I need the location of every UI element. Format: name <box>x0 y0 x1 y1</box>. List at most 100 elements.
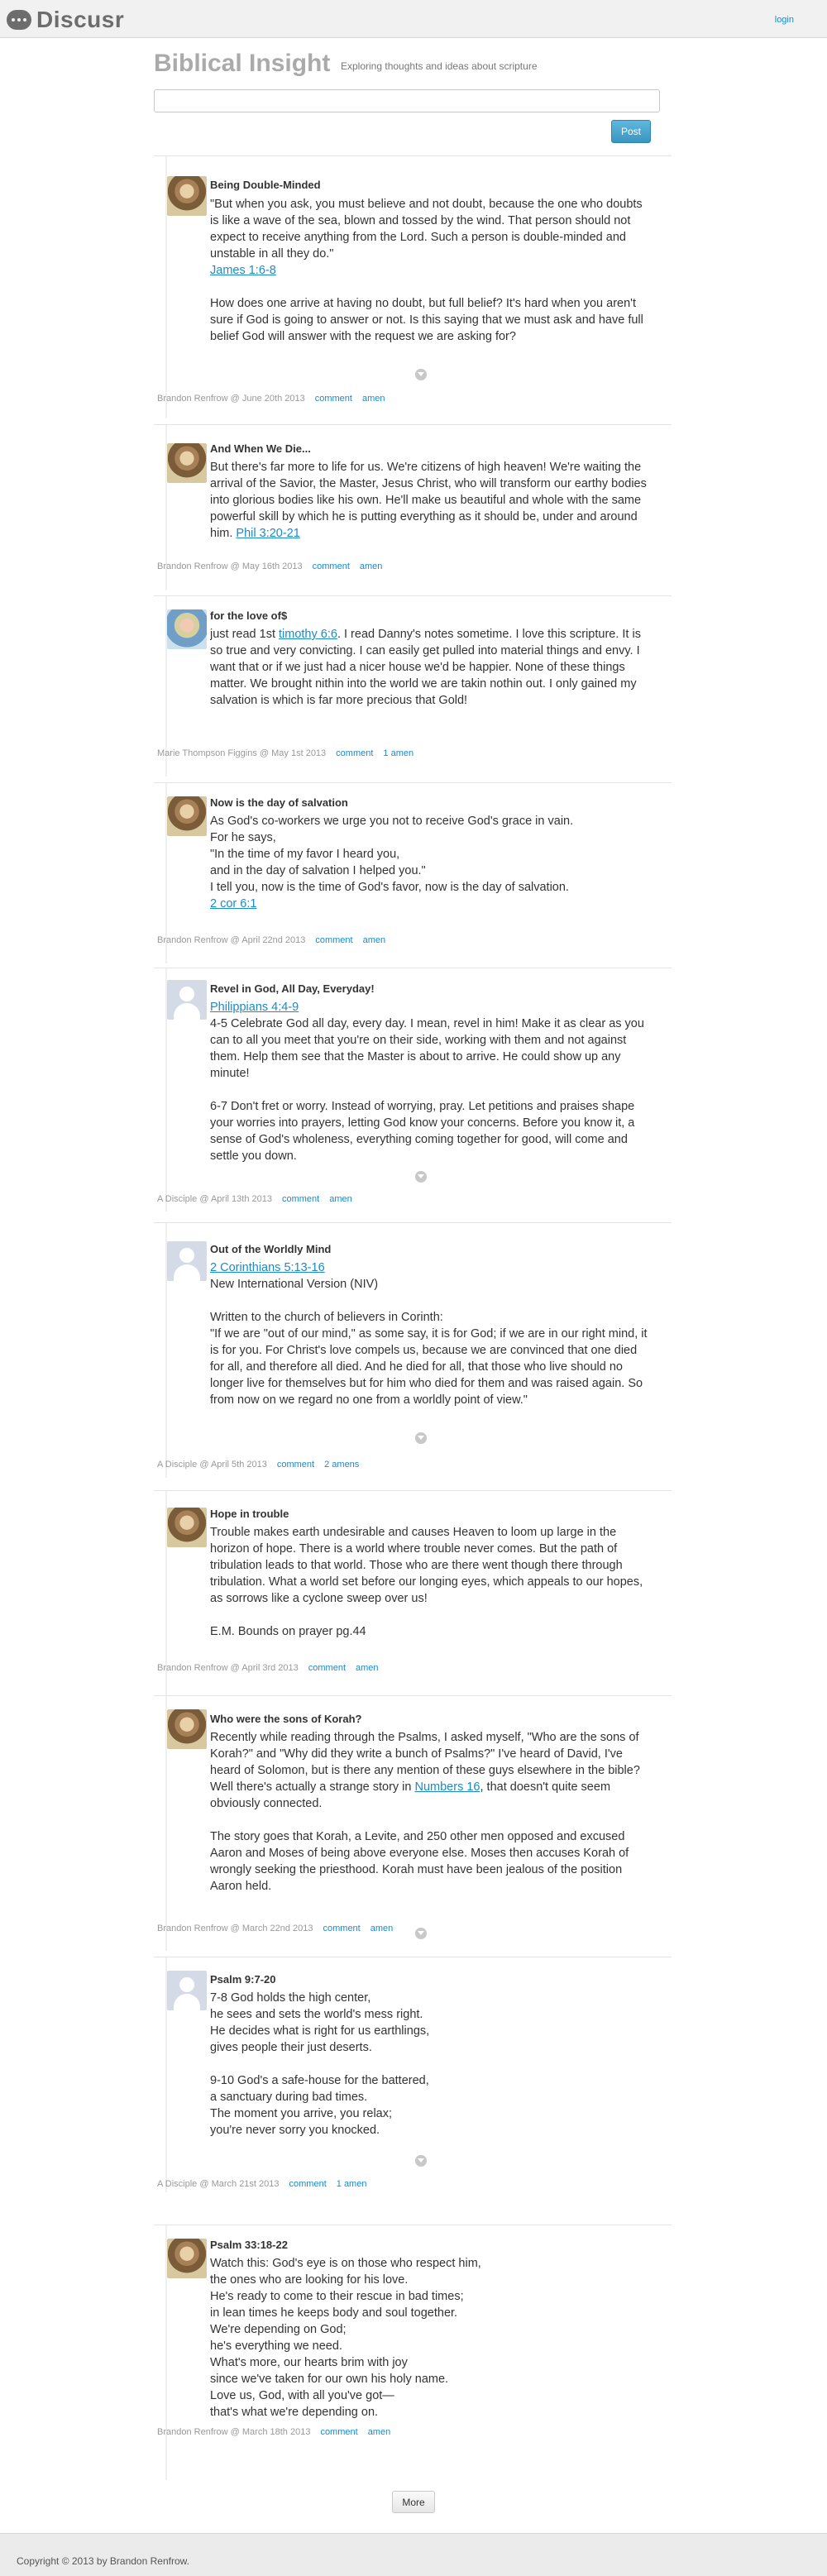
post-text: Trouble makes earth undesirable and caus… <box>210 1524 653 1656</box>
post-paragraph <box>210 1082 653 1098</box>
post-title: Who were the sons of Korah? <box>210 1713 362 1725</box>
author-date: Brandon Renfrow @ May 16th 2013 <box>157 562 303 571</box>
author-avatar[interactable] <box>167 1971 207 2010</box>
amen-link[interactable]: 2 amens <box>324 1460 359 1470</box>
scripture-link[interactable]: James 1:6-8 <box>210 264 276 277</box>
post-meta: Marie Thompson Figgins @ May 1st 2013 com… <box>157 748 414 758</box>
post-paragraph <box>210 279 653 295</box>
site-tagline: Exploring thoughts and ideas about scrip… <box>341 60 538 72</box>
copyright-text: Copyright © 2013 by Brandon Renfrow. <box>17 2555 189 2567</box>
comment-link[interactable]: comment <box>336 748 373 758</box>
comment-link[interactable]: comment <box>277 1460 314 1470</box>
comment-link[interactable]: comment <box>323 1924 361 1933</box>
post-paragraph: 6-7 Don't fret or worry. Instead of worr… <box>210 1100 635 1163</box>
comment-link[interactable]: comment <box>282 1194 319 1204</box>
speech-bubble-icon <box>7 10 31 30</box>
comment-link[interactable]: comment <box>315 394 352 404</box>
post-title: And When We Die... <box>210 442 311 455</box>
new-post-input[interactable] <box>154 89 660 112</box>
amen-link[interactable]: amen <box>368 2427 391 2437</box>
post-paragraph: I tell you, now is the time of God's fav… <box>210 881 569 894</box>
post-paragraph: he's everything we need. <box>210 2339 342 2353</box>
post-meta: Brandon Renfrow @ May 16th 2013 comment am… <box>157 562 382 571</box>
author-avatar[interactable] <box>167 443 207 483</box>
expand-icon[interactable] <box>415 2155 427 2167</box>
scripture-link[interactable]: 2 cor 6:1 <box>210 897 256 910</box>
post-meta: Brandon Renfrow @ March 22nd 2013 comment… <box>157 1924 393 1933</box>
post-text: 2 Corinthians 5:13-16 New International V… <box>210 1259 653 1425</box>
login-link[interactable]: login <box>775 15 794 25</box>
post-paragraph: and in the day of salvation I helped you… <box>210 864 426 877</box>
post-paragraph: E.M. Bounds on prayer pg.44 <box>210 1625 366 1638</box>
scripture-link[interactable]: 2 Corinthians 5:13-16 <box>210 1261 325 1274</box>
post-card: Being Double-Minded "But when you ask, y… <box>154 155 672 418</box>
amen-link[interactable]: amen <box>370 1924 394 1933</box>
post-paragraph: that's what we're depending on. <box>210 2406 379 2419</box>
post-card: Who were the sons of Korah? Recently whi… <box>154 1695 672 1951</box>
post-meta: A Disciple @ April 5th 2013 comment 2 amen… <box>157 1460 359 1470</box>
author-avatar[interactable] <box>167 609 207 649</box>
author-avatar[interactable] <box>167 796 207 836</box>
post-button[interactable]: Post <box>611 120 651 143</box>
comment-link[interactable]: comment <box>289 2179 327 2189</box>
post-paragraph: Trouble makes earth undesirable and caus… <box>210 1526 643 1605</box>
expand-icon[interactable] <box>415 1432 427 1444</box>
author-avatar[interactable] <box>167 1508 207 1547</box>
amen-link[interactable]: 1 amen <box>337 2179 367 2189</box>
post-card: for the love of$ just read 1st timothy 6… <box>154 595 672 777</box>
post-paragraph: just read 1st timothy 6:6. I read Danny'… <box>210 628 641 707</box>
scripture-link[interactable]: Phil 3:20-21 <box>236 527 299 540</box>
post-paragraph: "But when you ask, you must believe and … <box>210 198 643 260</box>
post-paragraph: New International Version (NIV) <box>210 1278 379 1291</box>
post-paragraph: The story goes that Korah, a Levite, and… <box>210 1830 629 1893</box>
post-paragraph <box>210 1607 653 1623</box>
expand-icon[interactable] <box>415 1171 427 1183</box>
scripture-link[interactable]: Numbers 16 <box>415 1780 480 1794</box>
comment-link[interactable]: comment <box>320 2427 357 2437</box>
author-date: Brandon Renfrow @ March 18th 2013 <box>157 2427 311 2437</box>
author-date: Brandon Renfrow @ March 22nd 2013 <box>157 1924 313 1933</box>
amen-link[interactable]: 1 amen <box>383 748 414 758</box>
post-paragraph: But there's far more to life for us. We'… <box>210 461 647 540</box>
more-button[interactable]: More <box>392 2491 435 2513</box>
amen-link[interactable]: amen <box>329 1194 352 1204</box>
post-paragraph: 2 cor 6:1 <box>210 896 653 912</box>
comment-link[interactable]: comment <box>308 1663 346 1673</box>
post-meta: Brandon Renfrow @ April 3rd 2013 comment a… <box>157 1663 379 1673</box>
comment-link[interactable]: comment <box>313 562 350 571</box>
brand-logo[interactable]: Discusr <box>7 7 124 33</box>
amen-link[interactable]: amen <box>362 394 385 404</box>
author-avatar[interactable] <box>167 1241 207 1281</box>
post-meta: Brandon Renfrow @ March 18th 2013 comment… <box>157 2427 390 2437</box>
post-paragraph: 2 Corinthians 5:13-16 <box>210 1259 653 1276</box>
post-text: "But when you ask, you must believe and … <box>210 196 653 363</box>
post-title: for the love of$ <box>210 609 288 622</box>
post-paragraph <box>210 2056 653 2072</box>
author-avatar[interactable] <box>167 980 207 1020</box>
post-paragraph: He decides what is right for us earthlin… <box>210 2024 430 2038</box>
post-paragraph <box>210 1293 653 1309</box>
scripture-link[interactable]: Philippians 4:4-9 <box>210 1001 299 1014</box>
post-card: And When We Die... But there's far more … <box>154 424 672 590</box>
comment-link[interactable]: comment <box>315 935 352 945</box>
amen-link[interactable]: amen <box>363 935 386 945</box>
post-paragraph: in lean times he keeps body and soul tog… <box>210 2306 458 2320</box>
amen-link[interactable]: amen <box>356 1663 379 1673</box>
expand-icon[interactable] <box>415 1928 427 1939</box>
post-paragraph: Written to the church of believers in Co… <box>210 1311 443 1324</box>
author-avatar[interactable] <box>167 2239 207 2278</box>
scripture-link[interactable]: timothy 6:6 <box>279 628 337 641</box>
expand-icon[interactable] <box>415 369 427 380</box>
author-avatar[interactable] <box>167 1709 207 1749</box>
post-paragraph: 9-10 God's a safe-house for the battered… <box>210 2074 429 2087</box>
post-card: Out of the Worldly Mind 2 Corinthians 5:… <box>154 1222 672 1478</box>
author-avatar[interactable] <box>167 176 207 216</box>
post-meta: Brandon Renfrow @ June 20th 2013 comment a… <box>157 394 385 404</box>
amen-link[interactable]: amen <box>360 562 383 571</box>
post-meta: A Disciple @ April 13th 2013 comment amen <box>157 1194 352 1204</box>
brand-name: Discusr <box>36 7 125 32</box>
post-card: Hope in trouble Trouble makes earth unde… <box>154 1490 672 1701</box>
post-paragraph: James 1:6-8 <box>210 262 653 279</box>
post-paragraph <box>210 1812 653 1828</box>
post-paragraph: He's ready to come to their rescue in ba… <box>210 2290 464 2303</box>
